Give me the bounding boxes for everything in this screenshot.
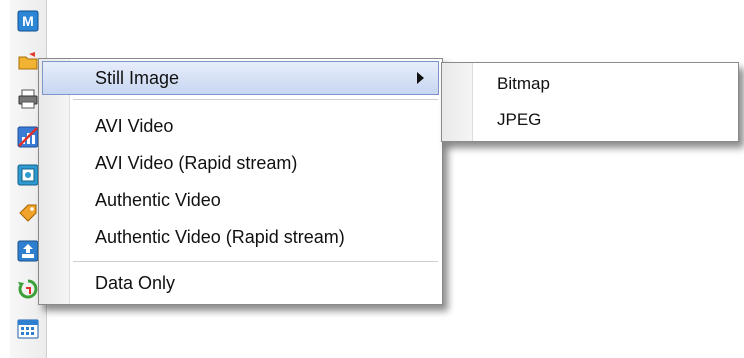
menu-item-label: AVI Video (95, 116, 174, 136)
menu-separator (73, 261, 438, 263)
svg-text:M: M (22, 13, 34, 29)
menu-item-authentic-video-rapid-stream[interactable]: Authentic Video (Rapid stream) (39, 220, 442, 254)
menu-separator (73, 99, 438, 101)
export-context-menu: Still Image AVI Video AVI Video (Rapid s… (38, 58, 443, 305)
menu-item-avi-video[interactable]: AVI Video (39, 109, 442, 143)
menu-item-label: Authentic Video (Rapid stream) (95, 227, 345, 247)
calendar-icon[interactable] (15, 316, 41, 342)
still-image-submenu: Bitmap JPEG (441, 62, 739, 142)
menu-item-label: Data Only (95, 273, 176, 293)
submenu-item-bitmap[interactable]: Bitmap (442, 67, 738, 101)
menu-item-still-image[interactable]: Still Image (42, 61, 439, 95)
submenu-item-jpeg[interactable]: JPEG (442, 103, 738, 137)
menu-item-label: Still Image (95, 68, 180, 88)
menu-item-authentic-video[interactable]: Authentic Video (39, 183, 442, 217)
menu-item-label: Bitmap (497, 74, 550, 93)
menu-item-label: AVI Video (Rapid stream) (95, 153, 298, 173)
m-logo-icon[interactable]: M (15, 8, 41, 34)
menu-item-avi-video-rapid-stream[interactable]: AVI Video (Rapid stream) (39, 146, 442, 180)
menu-item-label: JPEG (497, 110, 542, 129)
menu-item-data-only[interactable]: Data Only (39, 266, 442, 300)
menu-item-label: Authentic Video (95, 190, 221, 210)
submenu-arrow-icon (417, 72, 424, 84)
